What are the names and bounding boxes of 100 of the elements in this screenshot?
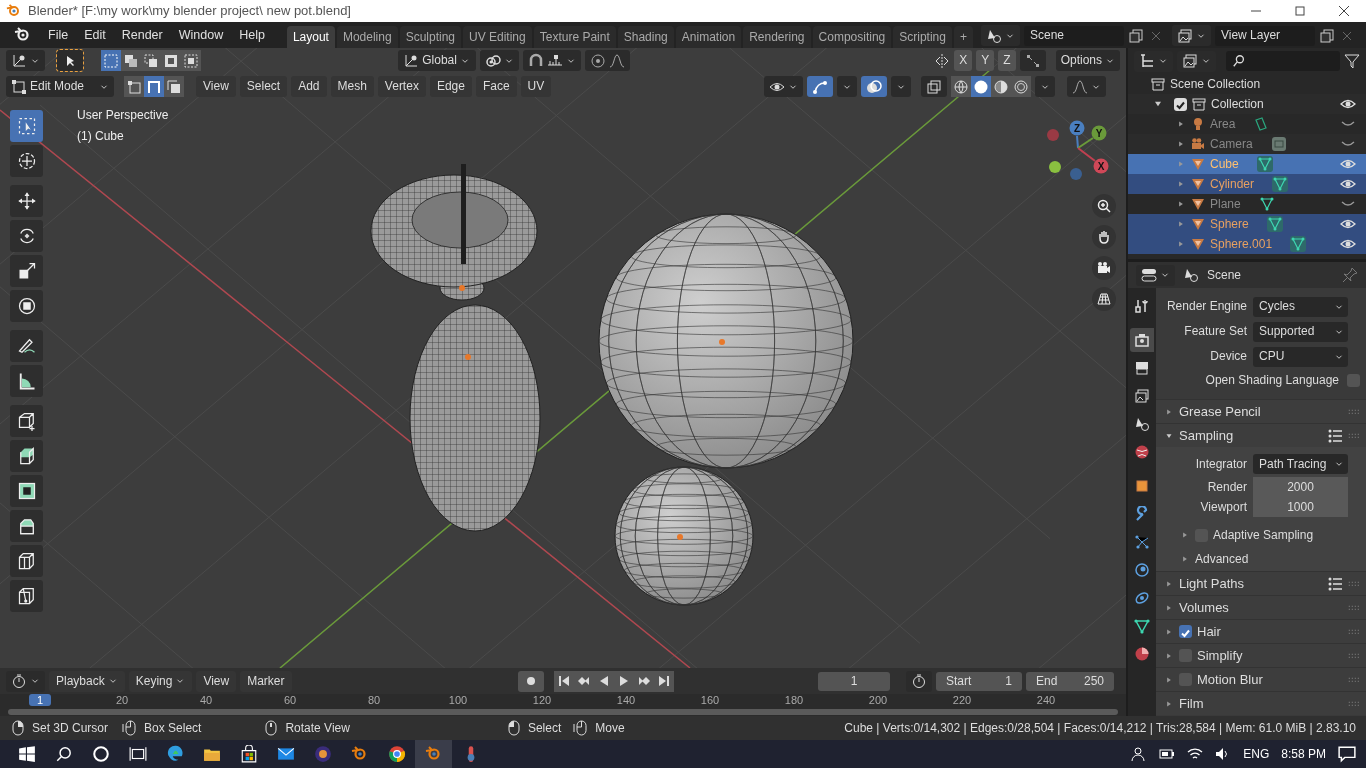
frame-number: 240 (1036, 694, 1056, 707)
frame-number: 80 (367, 694, 381, 707)
subpanel-header[interactable]: Advanced (1156, 547, 1366, 571)
scene-statistics: Cube | Verts:0/14,302 | Edges:0/28,504 | Faces:0/14,212 | Tris:28,584 | Mem: 61.0 MiB | 2.83.10 (844, 720, 1356, 736)
header-menu[interactable]: Vertex (377, 76, 426, 97)
tree-item[interactable]: Scene Collection (1170, 76, 1261, 92)
panel-title: Grease Pencil (1179, 403, 1261, 420)
object-name[interactable]: Area (1210, 116, 1236, 132)
panel-title: Film (1179, 695, 1204, 712)
field-label: Device (1209, 349, 1248, 364)
hint-label: Rotate View (285, 720, 350, 736)
outliner-row[interactable]: Plane (1128, 194, 1366, 214)
hint-label: Box Select (144, 720, 202, 736)
menu-item[interactable]: Window (170, 22, 232, 48)
header-menu[interactable]: UV (520, 76, 552, 97)
dropdown[interactable]: Cycles (1253, 296, 1348, 317)
end-frame-field[interactable]: End 250 (1026, 671, 1114, 691)
workspace-tab[interactable]: Scripting (893, 26, 952, 48)
object-name[interactable]: Cylinder (1210, 176, 1254, 192)
number-field[interactable]: 1000 (1253, 497, 1348, 517)
window-title: Blender* [F:\my work\my blender project\ new pot.blend] (28, 3, 351, 19)
header-menu[interactable]: View (196, 670, 237, 692)
workspace-tab[interactable]: Modeling (336, 26, 398, 48)
panel-title: Advanced (1195, 551, 1249, 567)
field-label: Viewport (1199, 499, 1248, 515)
header-menu[interactable]: Marker (240, 670, 292, 692)
outliner-row[interactable]: Sphere.001 (1128, 234, 1366, 254)
hint-label: Select (527, 720, 562, 736)
panel-title: Adaptive Sampling (1213, 527, 1314, 543)
axis-handle[interactable]: Z (1069, 120, 1085, 136)
outliner-row[interactable]: Sphere (1128, 214, 1366, 234)
timeline-dropdown[interactable]: Keying (128, 670, 193, 692)
menu-item[interactable]: File (40, 22, 77, 48)
panel-title: Sampling (1179, 427, 1234, 444)
axis-handle[interactable]: Y (1091, 125, 1107, 141)
menu-item[interactable]: Help (231, 22, 273, 48)
axis-handle[interactable]: X (1093, 158, 1109, 174)
header-menu[interactable]: Add (291, 76, 327, 97)
frame-number: 200 (868, 694, 888, 707)
object-name: (1) Cube (77, 129, 125, 144)
start-frame-field[interactable]: Start 1 (936, 671, 1022, 691)
number-field[interactable]: 2000 (1253, 477, 1348, 497)
hint-label: Set 3D Cursor (32, 720, 109, 736)
scene-field[interactable]: Scene (1023, 25, 1124, 46)
add-workspace-button[interactable]: + (953, 26, 973, 48)
mode-dropdown[interactable]: Edit Mode (6, 76, 114, 97)
frame-field[interactable]: 1 (818, 671, 890, 691)
orientation-dropdown[interactable]: Global (398, 50, 477, 71)
outliner-row[interactable]: Area (1128, 114, 1366, 134)
panel-title: Volumes (1179, 599, 1229, 616)
object-name[interactable]: Sphere (1210, 216, 1249, 232)
axis-toggle[interactable]: Y (976, 50, 995, 71)
viewport[interactable]: Z Y X Global X Y Z Options Edit Mode View Select Add Mesh Vertex Edge Face UV User Perspective (1) Cube (0, 48, 1126, 668)
current-frame-marker[interactable]: 1 (28, 694, 52, 707)
panel-title: Hair (1197, 623, 1221, 640)
axis-toggle[interactable]: Z (998, 50, 1016, 71)
dropdown[interactable]: Path Tracing (1253, 454, 1348, 474)
header-menu[interactable]: Edge (429, 76, 472, 97)
workspace-tab[interactable]: Shading (617, 26, 674, 48)
header-menu[interactable]: View (196, 76, 236, 97)
header-menu[interactable]: Select (239, 76, 288, 97)
workspace-tab[interactable]: Layout (286, 26, 335, 48)
workspace-tab[interactable]: UV Editing (463, 26, 532, 48)
panel-title: Simplify (1197, 647, 1243, 664)
frame-number: 160 (700, 694, 720, 707)
frame-number: 100 (448, 694, 468, 707)
language-indicator[interactable]: ENG (1243, 746, 1270, 762)
field-label: Integrator (1194, 456, 1248, 472)
hint-label: Move (595, 720, 625, 736)
header-menu[interactable]: Face (475, 76, 517, 97)
object-name[interactable]: Sphere.001 (1210, 236, 1273, 252)
field-label: Open Shading Language (1205, 372, 1339, 388)
menu-item[interactable]: Render (113, 22, 171, 48)
axis-toggle[interactable]: X (954, 50, 973, 71)
subpanel-header[interactable]: Adaptive Sampling (1156, 517, 1366, 547)
frame-number: 140 (616, 694, 636, 707)
workspace-tab[interactable]: Compositing (812, 26, 892, 48)
field-label: Render (1206, 479, 1248, 495)
workspace-tab[interactable]: Animation (675, 26, 742, 48)
dropdown[interactable]: Supported (1253, 321, 1348, 342)
clock[interactable]: 8:58 PM (1281, 746, 1326, 762)
workspace-tab[interactable]: Sculpting (399, 26, 461, 48)
outliner-row[interactable]: Cylinder (1128, 174, 1366, 194)
timeline-dropdown[interactable]: Playback (49, 670, 125, 692)
object-name[interactable]: Camera (1210, 136, 1253, 152)
frame-number: 40 (199, 694, 213, 707)
tree-item[interactable]: Collection (1211, 96, 1264, 112)
dropdown[interactable]: CPU (1253, 346, 1348, 367)
object-name[interactable]: Plane (1210, 196, 1241, 212)
workspace-tab[interactable]: Rendering (743, 26, 811, 48)
field-label: Feature Set (1183, 324, 1248, 339)
frame-number: 220 (952, 694, 972, 707)
view-layer-field[interactable]: View Layer (1214, 25, 1315, 46)
options-dropdown[interactable]: Options (1055, 50, 1120, 71)
panel-title: Light Paths (1179, 575, 1245, 592)
view-name: User Perspective (77, 108, 169, 123)
field-label: Render Engine (1165, 299, 1248, 314)
menu-item[interactable]: Edit (76, 22, 114, 48)
header-menu[interactable]: Mesh (330, 76, 374, 97)
workspace-tab[interactable]: Texture Paint (533, 26, 616, 48)
